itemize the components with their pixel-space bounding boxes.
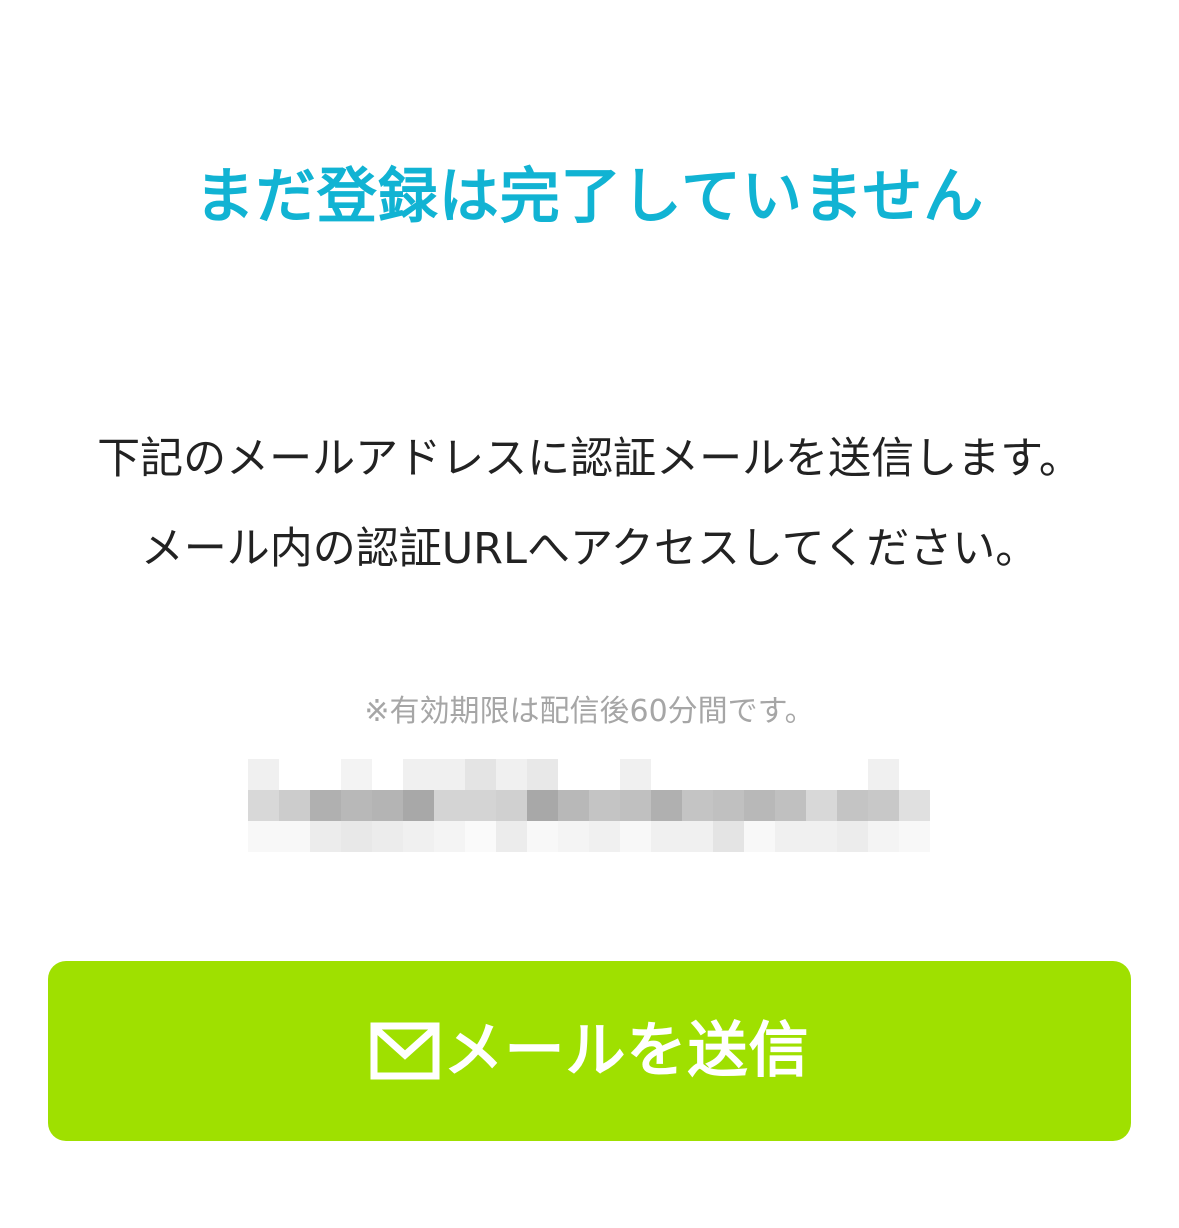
mosaic-cell <box>868 821 899 852</box>
mosaic-cell <box>868 790 899 821</box>
mosaic-cell <box>806 759 837 790</box>
instruction-line-1: 下記のメールアドレスに認証メールを送信します。 <box>97 434 1082 484</box>
mosaic-cell <box>775 759 806 790</box>
send-mail-button[interactable]: メールを送信 <box>48 961 1131 1141</box>
mosaic-cell <box>713 759 744 790</box>
mosaic-cell <box>403 821 434 852</box>
mosaic-cell <box>837 790 868 821</box>
mosaic-cell <box>279 821 310 852</box>
send-mail-button-label: メールを送信 <box>443 1016 810 1086</box>
mosaic-cell <box>558 821 589 852</box>
mosaic-cell <box>465 759 496 790</box>
mosaic-cell <box>310 821 341 852</box>
mosaic-cell <box>248 790 279 821</box>
mosaic-cell <box>651 759 682 790</box>
mosaic-cell <box>775 821 806 852</box>
mosaic-cell <box>341 790 372 821</box>
mosaic-cell <box>341 821 372 852</box>
mosaic-cell <box>620 759 651 790</box>
mosaic-cell <box>496 790 527 821</box>
mosaic-cell <box>589 759 620 790</box>
mosaic-cell <box>372 759 403 790</box>
mosaic-cell <box>589 790 620 821</box>
mosaic-cell <box>682 759 713 790</box>
mosaic-cell <box>713 821 744 852</box>
mosaic-cell <box>806 821 837 852</box>
mosaic-cell <box>744 821 775 852</box>
mosaic-cell <box>527 759 558 790</box>
mosaic-cell <box>620 821 651 852</box>
mosaic-cell <box>248 759 279 790</box>
mosaic-cell <box>899 821 930 852</box>
mosaic-cell <box>403 790 434 821</box>
mosaic-cell <box>403 759 434 790</box>
mosaic-cell <box>465 790 496 821</box>
mosaic-cell <box>775 790 806 821</box>
mosaic-cell <box>899 790 930 821</box>
mosaic-cell <box>837 759 868 790</box>
mosaic-cell <box>248 821 279 852</box>
mosaic-cell <box>434 759 465 790</box>
mosaic-cell <box>682 790 713 821</box>
mosaic-cell <box>279 790 310 821</box>
expiry-notice: ※有効期限は配信後60分間です。 <box>364 694 815 729</box>
mosaic-cell <box>310 759 341 790</box>
mosaic-cell <box>372 821 403 852</box>
mosaic-cell <box>527 790 558 821</box>
mosaic-cell <box>589 821 620 852</box>
mosaic-cell <box>713 790 744 821</box>
email-address-pixelated <box>248 759 930 852</box>
mosaic-cell <box>558 790 589 821</box>
mosaic-cell <box>868 759 899 790</box>
mosaic-cell <box>434 821 465 852</box>
mosaic-cell <box>465 821 496 852</box>
mosaic-cell <box>806 790 837 821</box>
mail-icon <box>370 1022 440 1080</box>
mosaic-cell <box>744 790 775 821</box>
mosaic-cell <box>837 821 868 852</box>
instructions: 下記のメールアドレスに認証メールを送信します。 メール内の認証URLへアクセスし… <box>0 414 1179 594</box>
mosaic-cell <box>527 821 558 852</box>
mosaic-cell <box>744 759 775 790</box>
mosaic-cell <box>620 790 651 821</box>
mosaic-cell <box>341 759 372 790</box>
mosaic-cell <box>682 821 713 852</box>
mosaic-cell <box>558 759 589 790</box>
mosaic-cell <box>899 759 930 790</box>
mosaic-cell <box>310 790 341 821</box>
instruction-line-2: メール内の認証URLへアクセスしてください。 <box>140 524 1039 574</box>
page-title: まだ登録は完了していません <box>194 162 985 232</box>
mosaic-cell <box>496 759 527 790</box>
mosaic-cell <box>651 821 682 852</box>
mosaic-cell <box>434 790 465 821</box>
mosaic-cell <box>651 790 682 821</box>
mosaic-cell <box>279 759 310 790</box>
mosaic-cell <box>496 821 527 852</box>
mosaic-cell <box>372 790 403 821</box>
